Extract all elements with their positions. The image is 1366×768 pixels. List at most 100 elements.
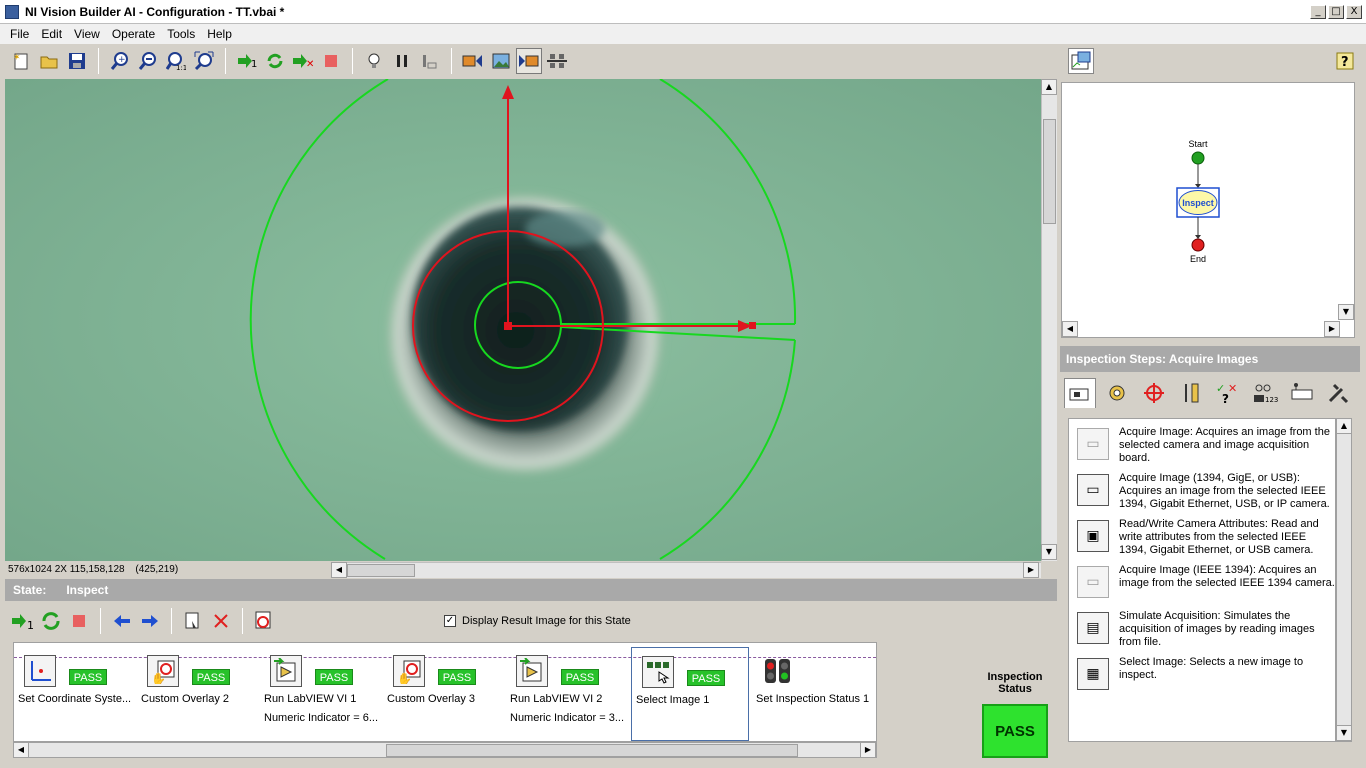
step-label: Custom Overlay 2 [141,693,230,705]
save-icon[interactable] [64,48,90,74]
move-right-icon[interactable] [137,608,163,634]
close-button[interactable]: X [1346,5,1362,19]
scroll-right-button[interactable]: ▶ [860,742,876,758]
move-left-icon[interactable] [109,608,135,634]
maximize-button[interactable]: □ [1328,5,1344,19]
view-result-icon[interactable] [488,48,514,74]
use-additional-tools-icon[interactable] [1323,378,1355,408]
svg-text:+: + [118,55,126,65]
step-item[interactable]: PASS Set Coordinate Syste... [14,647,132,741]
step-settings-icon[interactable] [251,608,277,634]
image-horizontal-scrollbar[interactable]: ◀ ▶ [331,562,1041,578]
menu-edit[interactable]: Edit [35,27,68,41]
scroll-down-button[interactable]: ▼ [1338,304,1354,320]
scroll-left-button[interactable]: ◀ [1062,321,1078,337]
menu-help[interactable]: Help [201,27,238,41]
view-network-icon[interactable] [544,48,570,74]
coordinate-icon [24,655,56,687]
scroll-down-button[interactable]: ▼ [1336,725,1352,741]
svg-text:✶: ✶ [13,53,21,63]
steps-horizontal-scrollbar[interactable]: ◀ ▶ [13,742,877,758]
zoom-in-icon[interactable]: + [107,48,133,74]
run-continuous-icon[interactable] [262,48,288,74]
edit-step-icon[interactable] [180,608,206,634]
state-diagram-panel[interactable]: Start Inspect End ▼ ◀ ▶ [1061,82,1355,338]
zoom-1to1-icon[interactable]: 1:1 [163,48,189,74]
toolbar-separator [98,48,99,74]
svg-text:✕: ✕ [1228,382,1237,395]
step-item[interactable]: ✋ PASS Custom Overlay 3 [383,647,501,741]
open-icon[interactable] [36,48,62,74]
step-item[interactable]: PASS Run LabVIEW VI 2 Numeric Indicator … [506,647,624,741]
image-display[interactable] [5,79,1041,561]
toolbar-separator [352,48,353,74]
state-header: State: Inspect [5,579,1057,601]
acquire-images-icon[interactable] [1064,378,1096,408]
lightbulb-icon[interactable] [361,48,387,74]
stop-step-icon[interactable] [66,608,92,634]
step-item[interactable]: Set Inspection Status 1 [752,647,870,741]
step-item[interactable]: ✋ PASS Custom Overlay 2 [137,647,255,741]
scroll-up-button[interactable]: ▲ [1041,79,1057,95]
right-toolbar: ? [1060,44,1366,78]
stop-run-icon[interactable]: ✕ [290,48,316,74]
scroll-left-button[interactable]: ◀ [13,742,29,758]
select-image-icon: ▦ [1077,658,1109,690]
menu-operate[interactable]: Operate [106,27,161,41]
run-once-icon[interactable]: 1 [234,48,260,74]
scroll-up-button[interactable]: ▲ [1336,418,1352,434]
scroll-thumb[interactable] [386,744,798,757]
step-icon[interactable] [417,48,443,74]
scroll-thumb[interactable] [1043,119,1056,224]
display-result-checkbox[interactable]: ✓ [444,615,456,627]
step-description: Acquire Image (IEEE 1394): Acquires an i… [1119,564,1335,590]
steps-list-scrollbar[interactable]: ▲ ▼ [1336,418,1352,742]
view-both-icon[interactable] [516,48,542,74]
menu-bar: File Edit View Operate Tools Help [0,24,1366,44]
step-title: Acquire Image: [1119,426,1193,438]
menu-file[interactable]: File [4,27,35,41]
scroll-right-button[interactable]: ▶ [1324,321,1340,337]
zoom-out-icon[interactable] [135,48,161,74]
minimize-button[interactable]: _ [1310,5,1326,19]
inspection-status-indicator: PASS [982,704,1048,758]
scroll-left-button[interactable]: ◀ [331,562,347,578]
menu-view[interactable]: View [68,27,106,41]
measure-features-icon[interactable] [1175,378,1207,408]
pause-icon[interactable] [389,48,415,74]
view-image-icon[interactable] [460,48,486,74]
identify-parts-icon[interactable]: 123 [1249,378,1281,408]
menu-tools[interactable]: Tools [161,27,201,41]
flow-start-label: Start [1188,139,1208,149]
enhance-images-icon[interactable] [1101,378,1133,408]
app-window: NI Vision Builder AI - Configuration - T… [0,0,1366,768]
delete-step-icon[interactable] [208,608,234,634]
display-result-option[interactable]: ✓ Display Result Image for this State [444,615,631,627]
step-item-selected[interactable]: PASS Select Image 1 [631,647,749,741]
stop-icon[interactable] [318,48,344,74]
svg-text:?: ? [1341,55,1349,70]
pass-badge: PASS [69,669,107,685]
inspection-image[interactable] [5,79,1041,561]
svg-text:?: ? [1222,392,1229,404]
communicate-icon[interactable] [1286,378,1318,408]
step-title: Acquire Image (IEEE 1394): [1119,564,1256,576]
locate-features-icon[interactable] [1138,378,1170,408]
help-icon[interactable]: ? [1332,48,1358,74]
step-item[interactable]: PASS Run LabVIEW VI 1 Numeric Indicator … [260,647,378,741]
image-vertical-scrollbar[interactable]: ▲ ▼ [1041,79,1057,561]
run-step-continuous-icon[interactable] [38,608,64,634]
start-node[interactable] [1191,151,1205,165]
overview-icon[interactable] [1068,48,1094,74]
scroll-thumb[interactable] [347,564,415,577]
scroll-right-button[interactable]: ▶ [1023,562,1039,578]
run-step-once-icon[interactable]: 1 [10,608,36,634]
zoom-fit-icon[interactable] [191,48,217,74]
new-icon[interactable]: ✶ [8,48,34,74]
flow-arrow-head [1195,235,1201,239]
end-node[interactable] [1191,238,1205,252]
app-icon [5,4,19,19]
scroll-down-button[interactable]: ▼ [1041,544,1057,560]
check-presence-icon[interactable]: ✓ ✕? [1212,378,1244,408]
state-toolbar: 1 [10,607,277,635]
